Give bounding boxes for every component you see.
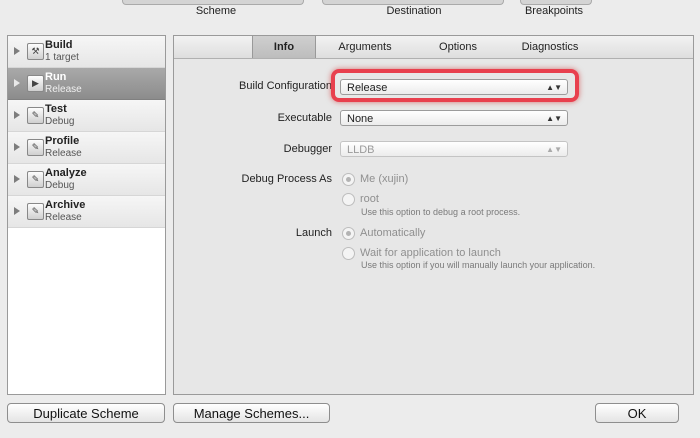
popup-arrows-icon: ▲▼ [546,145,562,154]
scheme-row-test[interactable]: ✎ Test Debug [8,100,165,132]
launch-wait-hint: Use this option if you will manually lau… [361,260,596,270]
scheme-row-subtitle: Release [45,84,82,95]
scheme-action-list: ⚒ Build 1 target ▶ Run Release ✎ Test De… [7,35,166,395]
debug-process-me-label: Me (xujin) [360,173,409,185]
tab-bar: Info Arguments Options Diagnostics [174,36,693,59]
scheme-row-title: Test [45,103,67,115]
play-icon: ▶ [27,75,44,92]
executable-popup[interactable]: None ▲▼ [340,110,568,126]
annotation-highlight-box [331,69,579,102]
debugger-value: LLDB [347,144,375,156]
disclosure-triangle-icon[interactable] [14,175,20,183]
launch-wait-radio[interactable] [342,247,355,260]
scheme-row-subtitle: Debug [45,116,75,127]
scheme-row-title: Profile [45,135,80,147]
manage-schemes-button[interactable]: Manage Schemes... [173,403,330,423]
debug-process-root-label: root [360,193,379,205]
scheme-row-title: Analyze [45,167,87,179]
scheme-row-title: Build [45,39,73,51]
scheme-row-subtitle: Debug [45,180,75,191]
disclosure-triangle-icon[interactable] [14,111,20,119]
popup-arrows-icon: ▲▼ [546,114,562,123]
destination-label[interactable]: Destination [374,5,454,17]
executable-value: None [347,113,374,125]
disclosure-triangle-icon[interactable] [14,47,20,55]
debug-process-label: Debug Process As [241,173,333,185]
wrench-icon: ✎ [27,139,44,156]
wrench-icon: ✎ [27,107,44,124]
debugger-popup[interactable]: LLDB ▲▼ [340,141,568,157]
scheme-row-build[interactable]: ⚒ Build 1 target [8,36,165,68]
hammer-icon: ⚒ [27,43,44,60]
launch-label: Launch [295,227,332,239]
executable-label: Executable [277,112,332,124]
wrench-icon: ✎ [27,203,44,220]
debug-process-root-radio[interactable] [342,193,355,206]
disclosure-triangle-icon[interactable] [14,207,20,215]
scheme-row-profile[interactable]: ✎ Profile Release [8,132,165,164]
breakpoints-label[interactable]: Breakpoints [514,5,594,17]
launch-wait-label: Wait for application to launch [360,247,501,259]
scheme-row-subtitle: 1 target [45,52,79,63]
scheme-row-title: Archive [45,199,86,211]
scheme-row-subtitle: Release [45,212,82,223]
wrench-icon: ✎ [27,171,44,188]
launch-automatically-radio[interactable] [342,227,355,240]
scheme-label[interactable]: Scheme [176,5,256,17]
disclosure-triangle-icon[interactable] [14,143,20,151]
tab-options[interactable]: Options [414,36,502,58]
debugger-label: Debugger [283,143,332,155]
disclosure-triangle-icon[interactable] [14,79,20,87]
ok-button[interactable]: OK [595,403,679,423]
duplicate-scheme-button[interactable]: Duplicate Scheme [7,403,165,423]
build-configuration-label: Build Configuration [239,80,332,92]
debug-process-root-hint: Use this option to debug a root process. [361,207,521,217]
scheme-row-title: Run [45,71,67,83]
scheme-row-subtitle: Release [45,148,82,159]
tab-info[interactable]: Info [252,36,316,58]
tab-arguments[interactable]: Arguments [316,36,414,58]
launch-automatically-label: Automatically [360,227,426,239]
tab-diagnostics[interactable]: Diagnostics [502,36,598,58]
debug-process-me-radio[interactable] [342,173,355,186]
scheme-row-analyze[interactable]: ✎ Analyze Debug [8,164,165,196]
scheme-row-archive[interactable]: ✎ Archive Release [8,196,165,228]
toolbar: Scheme Destination Breakpoints [0,0,700,26]
scheme-row-run[interactable]: ▶ Run Release [8,68,165,100]
